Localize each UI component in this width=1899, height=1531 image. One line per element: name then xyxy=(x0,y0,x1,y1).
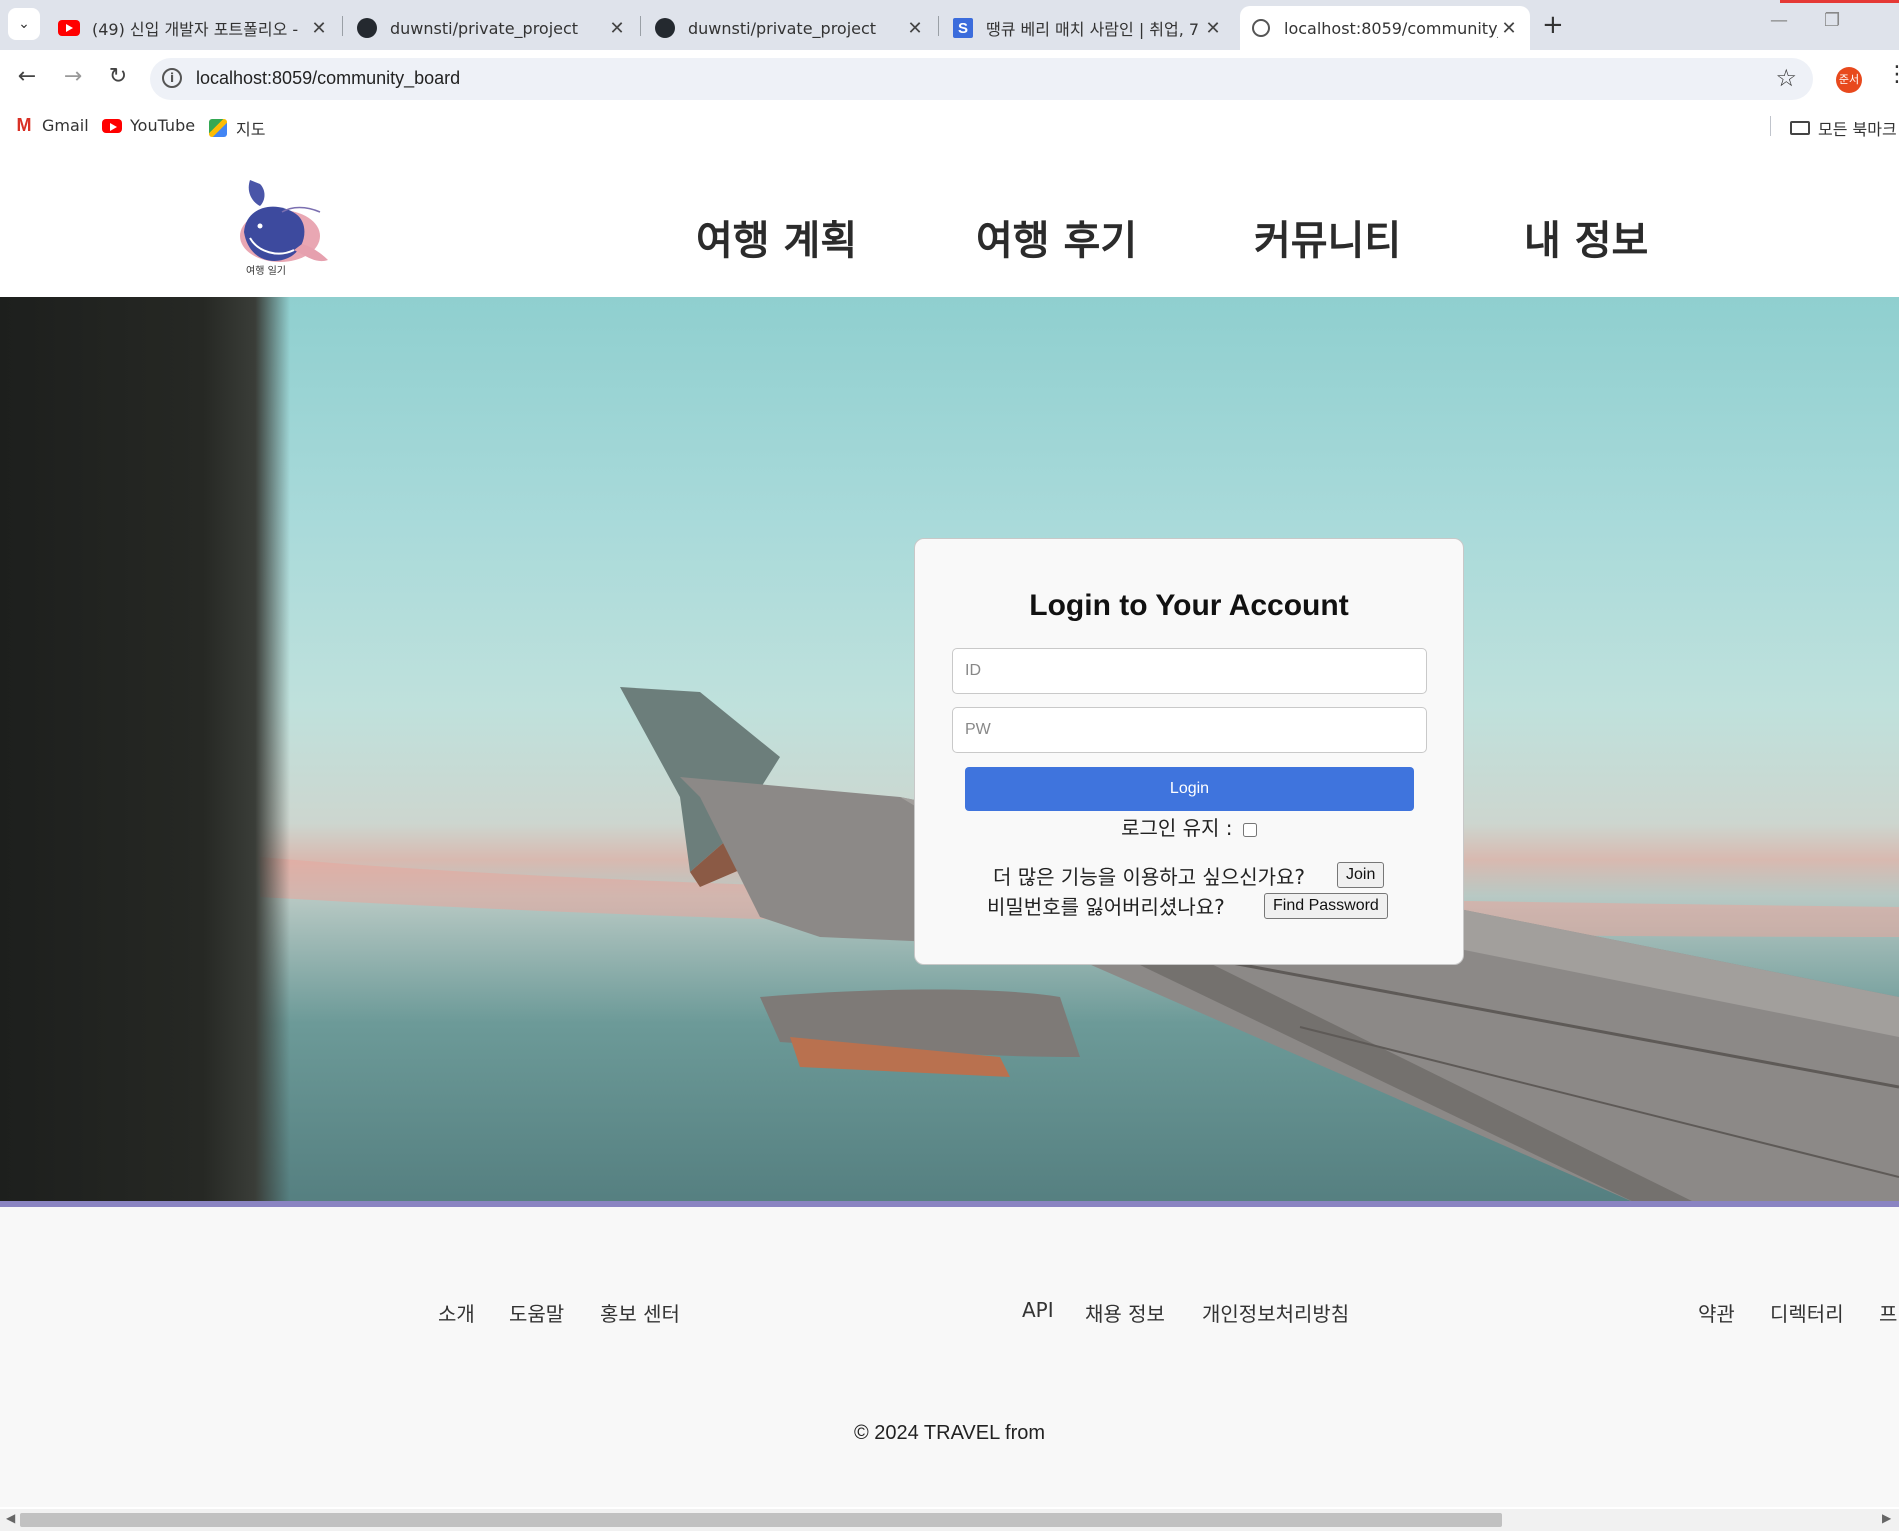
browser-tabstrip: ⌄ (49) 신입 개발자 포트폴리오 - ✕ duwnsti/private_… xyxy=(0,0,1899,50)
browser-tab-3[interactable]: duwnsti/private_project ✕ xyxy=(654,6,926,50)
tab-title: localhost:8059/community_boa xyxy=(1284,18,1498,38)
youtube-icon xyxy=(102,118,122,134)
bookmark-label: Gmail xyxy=(42,116,89,135)
copyright: © 2024 TRAVEL from xyxy=(853,1422,1046,1444)
site-logo[interactable]: 여행 일기 xyxy=(236,176,332,277)
login-card: Login to Your Account Login 로그인 유지 : 더 많… xyxy=(914,538,1464,965)
horizontal-scrollbar[interactable]: ◀ ▶ xyxy=(0,1509,1899,1531)
tab-separator xyxy=(938,16,939,36)
tab-title: duwnsti/private_project xyxy=(688,18,877,38)
bookmark-star-icon[interactable]: ☆ xyxy=(1775,64,1797,92)
whale-logo-icon xyxy=(240,180,328,262)
browser-tab-1[interactable]: (49) 신입 개발자 포트폴리오 - ✕ xyxy=(58,6,330,50)
bookmark-label: YouTube xyxy=(130,116,196,135)
password-input[interactable] xyxy=(952,707,1427,753)
nav-community[interactable]: 커뮤니티 xyxy=(1254,208,1401,266)
footer-link-careers[interactable]: 채용 정보 xyxy=(1085,1298,1165,1327)
keep-login-label: 로그인 유지 : xyxy=(1121,816,1233,840)
more-menu-icon[interactable]: ⋮ xyxy=(1886,62,1899,87)
browser-tab-2[interactable]: duwnsti/private_project ✕ xyxy=(356,6,628,50)
minimize-icon[interactable]: — xyxy=(1770,10,1788,31)
logo-text: 여행 일기 xyxy=(246,266,286,277)
close-icon[interactable]: ✕ xyxy=(606,18,628,39)
site-footer: 소개 도움말 홍보 센터 API 채용 정보 개인정보처리방침 약관 디렉터리 … xyxy=(0,1207,1899,1507)
nav-my-info[interactable]: 내 정보 xyxy=(1524,208,1648,266)
tab-separator xyxy=(640,16,641,36)
login-title: Login to Your Account xyxy=(1029,589,1349,622)
close-icon[interactable]: ✕ xyxy=(1498,18,1520,39)
restore-icon[interactable]: ❐ xyxy=(1824,10,1840,31)
github-icon xyxy=(654,17,676,39)
keep-login-checkbox[interactable] xyxy=(1242,822,1257,837)
keep-login-row: 로그인 유지 : xyxy=(915,812,1463,841)
tab-title: 땡큐 베리 매치 사람인 | 취업, 7 xyxy=(986,20,1200,39)
nav-travel-review[interactable]: 여행 후기 xyxy=(976,208,1137,266)
id-input[interactable] xyxy=(952,648,1427,694)
footer-link-directory[interactable]: 디렉터리 xyxy=(1770,1298,1844,1327)
tab-separator xyxy=(342,16,343,36)
bookmark-youtube[interactable]: YouTube xyxy=(102,116,195,135)
bookmarks-bar: M Gmail YouTube 지도 모든 북마크 xyxy=(0,108,1899,142)
find-password-prompt: 비밀번호를 잃어버리셨나요? xyxy=(987,895,1225,919)
airplane-window-frame xyxy=(0,297,290,1205)
browser-toolbar: ← → ↻ i localhost:8059/community_board ☆… xyxy=(0,50,1899,108)
footer-link-terms[interactable]: 약관 xyxy=(1698,1298,1735,1327)
site-header: 여행 일기 여행 계획 여행 후기 커뮤니티 내 정보 xyxy=(0,142,1899,299)
browser-tab-4[interactable]: S 땡큐 베리 매치 사람인 | 취업, 7 ✕ xyxy=(952,6,1224,50)
new-tab-button[interactable]: + xyxy=(1542,10,1564,40)
find-password-button[interactable]: Find Password xyxy=(1264,893,1388,919)
folder-icon xyxy=(1790,120,1810,136)
close-icon[interactable]: ✕ xyxy=(1202,18,1224,39)
footer-link-press[interactable]: 홍보 센터 xyxy=(600,1298,680,1327)
bookmark-maps[interactable]: 지도 xyxy=(208,116,265,140)
chevron-down-icon: ⌄ xyxy=(18,16,30,32)
login-button[interactable]: Login xyxy=(965,767,1414,811)
globe-icon xyxy=(1250,17,1272,39)
back-arrow-icon[interactable]: ← xyxy=(12,64,42,89)
gmail-icon: M xyxy=(16,115,32,135)
scrollbar-thumb[interactable] xyxy=(20,1513,1502,1527)
url-text[interactable]: localhost:8059/community_board xyxy=(196,68,460,89)
close-icon[interactable]: ✕ xyxy=(904,18,926,39)
github-icon xyxy=(356,17,378,39)
close-window-highlight xyxy=(1780,0,1899,3)
tab-title: (49) 신입 개발자 포트폴리오 - xyxy=(92,20,299,39)
bookmark-label: 지도 xyxy=(236,120,266,139)
tab-search-button[interactable]: ⌄ xyxy=(8,8,40,40)
scroll-right-icon[interactable]: ▶ xyxy=(1882,1511,1891,1525)
scroll-left-icon[interactable]: ◀ xyxy=(6,1511,15,1525)
forward-arrow-icon[interactable]: → xyxy=(58,64,88,89)
saramin-icon: S xyxy=(952,17,974,39)
footer-link-api[interactable]: API xyxy=(1022,1298,1054,1322)
address-bar[interactable]: i localhost:8059/community_board ☆ xyxy=(150,58,1813,100)
join-prompt: 더 많은 기능을 이용하고 싶으신가요? xyxy=(993,865,1306,889)
youtube-icon xyxy=(58,17,80,39)
browser-tab-5-active[interactable]: localhost:8059/community_boa ✕ xyxy=(1240,6,1530,50)
nav-travel-plan[interactable]: 여행 계획 xyxy=(696,208,857,266)
reload-icon[interactable]: ↻ xyxy=(103,64,133,89)
close-icon[interactable]: ✕ xyxy=(308,18,330,39)
join-button[interactable]: Join xyxy=(1337,862,1385,888)
profile-avatar[interactable]: 준서 xyxy=(1836,67,1862,93)
footer-link-about[interactable]: 소개 xyxy=(438,1298,475,1327)
footer-link-cut[interactable]: 프 xyxy=(1879,1298,1897,1327)
all-bookmarks-button[interactable]: 모든 북마크 xyxy=(1790,116,1897,140)
bookmark-gmail[interactable]: M Gmail xyxy=(14,115,89,135)
bookmarks-separator xyxy=(1770,116,1771,136)
maps-icon xyxy=(208,119,228,137)
footer-link-privacy[interactable]: 개인정보처리방침 xyxy=(1202,1298,1349,1327)
tab-title: duwnsti/private_project xyxy=(390,18,579,38)
bookmark-label: 모든 북마크 xyxy=(1818,120,1897,139)
info-icon[interactable]: i xyxy=(162,68,182,88)
footer-link-help[interactable]: 도움말 xyxy=(509,1298,564,1327)
